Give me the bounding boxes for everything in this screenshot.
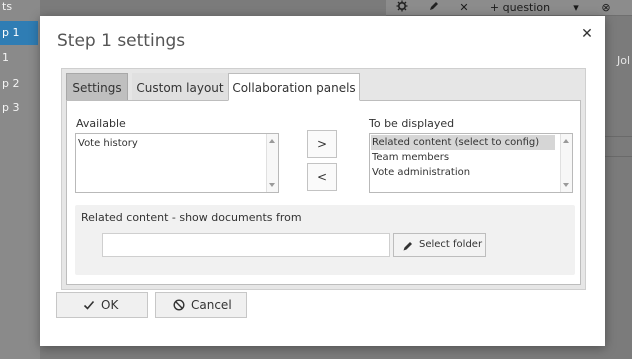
pencil-icon xyxy=(403,242,412,251)
folder-path-input[interactable] xyxy=(102,233,390,257)
cancel-circle-icon xyxy=(173,299,185,311)
sidebar-item-step3[interactable]: p 3 xyxy=(2,101,19,114)
available-listbox[interactable]: Vote history xyxy=(75,133,279,193)
sidebar-item-step2[interactable]: p 2 xyxy=(2,77,19,90)
background-toolbar: ✕ + question ▾ ⊗ xyxy=(386,0,632,16)
scroll-up-icon[interactable] xyxy=(269,139,275,143)
cancel-label: Cancel xyxy=(191,298,232,312)
sidebar-item-substep[interactable]: 1 xyxy=(2,51,9,64)
tab-collaboration-panels[interactable]: Collaboration panels xyxy=(228,73,360,101)
add-question-button[interactable]: + question xyxy=(480,0,560,16)
pencil-icon[interactable] xyxy=(422,0,446,16)
plus-icon: + xyxy=(489,1,500,14)
close-icon[interactable]: ✕ xyxy=(454,0,474,16)
to-be-displayed-label: To be displayed xyxy=(369,117,455,130)
list-item[interactable]: Vote history xyxy=(78,136,138,151)
cancel-circle-icon[interactable]: ⊗ xyxy=(596,0,616,16)
available-label: Available xyxy=(76,117,126,130)
tab-custom-layout[interactable]: Custom layout xyxy=(132,73,228,101)
background-sidebar: ts p 1 1 p 2 p 3 xyxy=(0,0,40,359)
checkmark-icon xyxy=(83,300,95,310)
background-right-text: Jol xyxy=(616,54,630,67)
move-left-button[interactable]: < xyxy=(307,163,337,191)
scrollbar[interactable] xyxy=(266,134,278,192)
list-item[interactable]: Vote administration xyxy=(372,165,470,180)
collaboration-panels-panel: Available Vote history > < To be display… xyxy=(66,100,581,285)
tab-settings[interactable]: Settings xyxy=(66,73,128,101)
scroll-down-icon[interactable] xyxy=(563,183,569,187)
chevron-down-icon[interactable]: ▾ xyxy=(568,0,584,16)
move-right-button[interactable]: > xyxy=(307,130,337,158)
settings-dialog: Step 1 settings ✕ Settings Custom layout… xyxy=(40,16,605,346)
select-folder-button[interactable]: Select folder xyxy=(393,233,486,257)
sidebar-item-step1[interactable]: p 1 xyxy=(0,21,38,45)
close-icon[interactable]: ✕ xyxy=(579,26,595,42)
scroll-up-icon[interactable] xyxy=(563,139,569,143)
displayed-listbox[interactable]: Related content (select to config) Team … xyxy=(369,133,573,193)
scroll-down-icon[interactable] xyxy=(269,183,275,187)
background-divider xyxy=(602,156,632,157)
tabs-container: Settings Custom layout Collaboration pan… xyxy=(61,68,586,290)
add-question-label: question xyxy=(502,1,551,14)
gear-icon[interactable] xyxy=(390,0,414,16)
scrollbar[interactable] xyxy=(560,134,572,192)
dialog-title: Step 1 settings xyxy=(57,31,186,51)
related-content-label: Related content - show documents from xyxy=(81,211,302,224)
related-content-section: Related content - show documents from Se… xyxy=(75,205,575,275)
cancel-button[interactable]: Cancel xyxy=(155,292,247,318)
sidebar-item-heading: ts xyxy=(2,0,13,13)
ok-label: OK xyxy=(101,298,119,312)
list-item-selected[interactable]: Related content (select to config) xyxy=(371,135,555,150)
select-folder-label: Select folder xyxy=(419,239,483,250)
background-divider xyxy=(602,136,632,137)
ok-button[interactable]: OK xyxy=(56,292,148,318)
list-item[interactable]: Team members xyxy=(372,150,449,165)
